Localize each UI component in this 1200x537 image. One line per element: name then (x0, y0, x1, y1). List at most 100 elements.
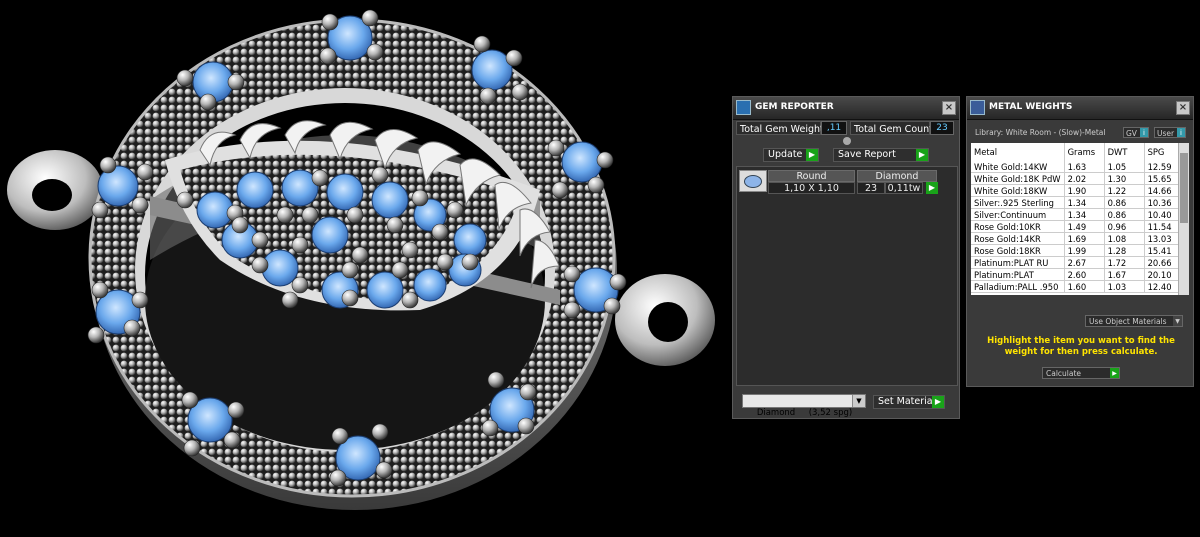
metal-weights-titlebar[interactable]: METAL WEIGHTS × (967, 97, 1193, 120)
metal-prong (341, 261, 359, 279)
metal-prong (329, 469, 347, 487)
info-icon: i (1140, 128, 1148, 137)
blue-gem (311, 216, 349, 254)
close-icon[interactable]: × (1176, 101, 1190, 115)
metal-table-row[interactable]: Platinum:PLAT 2.60 1.67 20.10 (971, 268, 1186, 281)
col-dwt-header: DWT (1104, 143, 1145, 161)
blue-gem (561, 141, 603, 183)
close-icon[interactable]: × (942, 101, 956, 115)
scrollbar-thumb[interactable] (1180, 153, 1188, 223)
metal-prong (401, 291, 419, 309)
metal-prong (609, 273, 627, 291)
metal-prong (276, 206, 294, 224)
play-icon: ▶ (932, 396, 944, 408)
gem-reporter-app-icon (736, 100, 751, 115)
gem-size: 1,10 X 1,10 (768, 182, 855, 194)
calculate-label: Calculate (1046, 369, 1082, 378)
metal-table-header-row: Metal Grams DWT SPG (971, 143, 1186, 161)
metal-prong (446, 201, 464, 219)
metal-name-cell: White Gold:14KW (971, 161, 1065, 173)
metal-prong (311, 169, 329, 187)
dwt-cell: 1.22 (1104, 184, 1145, 197)
dwt-cell: 1.08 (1104, 232, 1145, 245)
metal-prong (547, 139, 565, 157)
metal-table: Metal Grams DWT SPG White Gold:14KW 1.63 1… (971, 143, 1186, 293)
col-grams-header: Grams (1064, 143, 1105, 161)
col-metal-header: Metal (971, 143, 1065, 161)
metal-table-row[interactable]: Silver:.925 Sterling 1.34 0.86 10.36 (971, 196, 1186, 209)
metal-table-row[interactable]: White Gold:18K PdW 2.02 1.30 15.65 (971, 172, 1186, 185)
gem-cut-header: Round (768, 170, 855, 182)
grams-cell: 2.02 (1064, 172, 1105, 185)
metal-name-cell: Rose Gold:18KR (971, 244, 1065, 257)
scroll-up-icon[interactable] (843, 137, 851, 145)
metal-table-row[interactable]: Silver:Continuum 1.34 0.86 10.40 (971, 208, 1186, 221)
gv-label: GV (1126, 129, 1137, 138)
metal-prong (479, 87, 497, 105)
metal-prong (227, 401, 245, 419)
metal-prong (251, 256, 269, 274)
metal-prong (371, 423, 389, 441)
metal-table-row[interactable]: Platinum:PLAT RU 2.67 1.72 20.66 (971, 256, 1186, 269)
metal-prong (123, 319, 141, 337)
user-toggle[interactable]: User i (1154, 127, 1186, 138)
metal-prong (481, 419, 499, 437)
blue-gem (413, 268, 447, 302)
metal-prong (176, 69, 194, 87)
blue-gem (326, 173, 364, 211)
metal-prong (375, 461, 393, 479)
metal-table-row[interactable]: Rose Gold:10KR 1.49 0.96 11.54 (971, 220, 1186, 233)
total-gem-count-value: 23 (930, 121, 954, 135)
metal-prong (291, 236, 309, 254)
metal-table-row[interactable]: White Gold:18KW 1.90 1.22 14.66 (971, 184, 1186, 197)
metal-table-row[interactable]: Rose Gold:18KR 1.99 1.28 15.41 (971, 244, 1186, 257)
grams-cell: 2.60 (1064, 268, 1105, 281)
chevron-down-icon: ▼ (1173, 316, 1182, 326)
dwt-cell: 1.30 (1104, 172, 1145, 185)
dwt-cell: 0.86 (1104, 196, 1145, 209)
gem-count: 23 (857, 182, 885, 194)
metal-prong (341, 289, 359, 307)
gem-row-go-icon[interactable]: ▶ (926, 182, 938, 194)
metal-prong (596, 151, 614, 169)
metal-prong (199, 93, 217, 111)
use-object-materials-select[interactable]: Use Object Materials ▼ (1085, 315, 1183, 327)
dwt-cell: 0.96 (1104, 220, 1145, 233)
material-select[interactable]: Diamond (3,52 spg) ▼ (742, 394, 866, 418)
metal-name-cell: White Gold:18KW (971, 184, 1065, 197)
gem-reporter-title: GEM REPORTER (755, 102, 834, 112)
grams-cell: 1.60 (1064, 280, 1105, 293)
gv-toggle[interactable]: GV i (1123, 127, 1149, 138)
update-button[interactable]: Update ▶ (763, 148, 819, 162)
material-select-value: Diamond (3,52 spg) (756, 408, 853, 418)
metal-prong (351, 246, 369, 264)
metal-prong (291, 276, 309, 294)
metal-table-row[interactable]: White Gold:14KW 1.63 1.05 12.59 (971, 161, 1186, 173)
set-material-button[interactable]: Set Material ▶ (873, 395, 945, 409)
3d-viewport[interactable] (0, 0, 720, 537)
grams-cell: 2.67 (1064, 256, 1105, 269)
metal-table-row[interactable]: Rose Gold:14KR 1.69 1.08 13.03 (971, 232, 1186, 245)
calculate-button[interactable]: Calculate ▶ (1042, 367, 1120, 379)
scrollbar[interactable] (1178, 143, 1189, 295)
metal-prong (563, 265, 581, 283)
metal-prong (366, 43, 384, 61)
gem-reporter-titlebar[interactable]: GEM REPORTER × (733, 97, 959, 120)
metal-name-cell: Silver:Continuum (971, 208, 1065, 221)
metal-prong (505, 49, 523, 67)
library-label: Library: White Room - (Slow)-Metal (975, 128, 1106, 137)
save-report-button[interactable]: Save Report ▶ (833, 148, 929, 162)
total-gem-weight-value: ,11 (821, 121, 847, 135)
play-icon: ▶ (916, 149, 928, 161)
metal-table-row[interactable]: Palladium:PALL .950 1.60 1.03 12.40 (971, 280, 1186, 293)
metal-prong (361, 9, 379, 27)
use-object-materials-value: Use Object Materials (1089, 317, 1167, 326)
left-bail-loop (7, 150, 103, 230)
gem-reporter-panel: GEM REPORTER × Total Gem Weight ,11 Tota… (732, 96, 960, 419)
update-label: Update (768, 149, 803, 160)
metal-prong (511, 83, 529, 101)
gem-material-header: Diamond (857, 170, 937, 182)
metal-table-container: Metal Grams DWT SPG White Gold:14KW 1.63 1… (971, 143, 1189, 295)
round-gem-icon (739, 170, 767, 192)
grams-cell: 1.34 (1064, 208, 1105, 221)
